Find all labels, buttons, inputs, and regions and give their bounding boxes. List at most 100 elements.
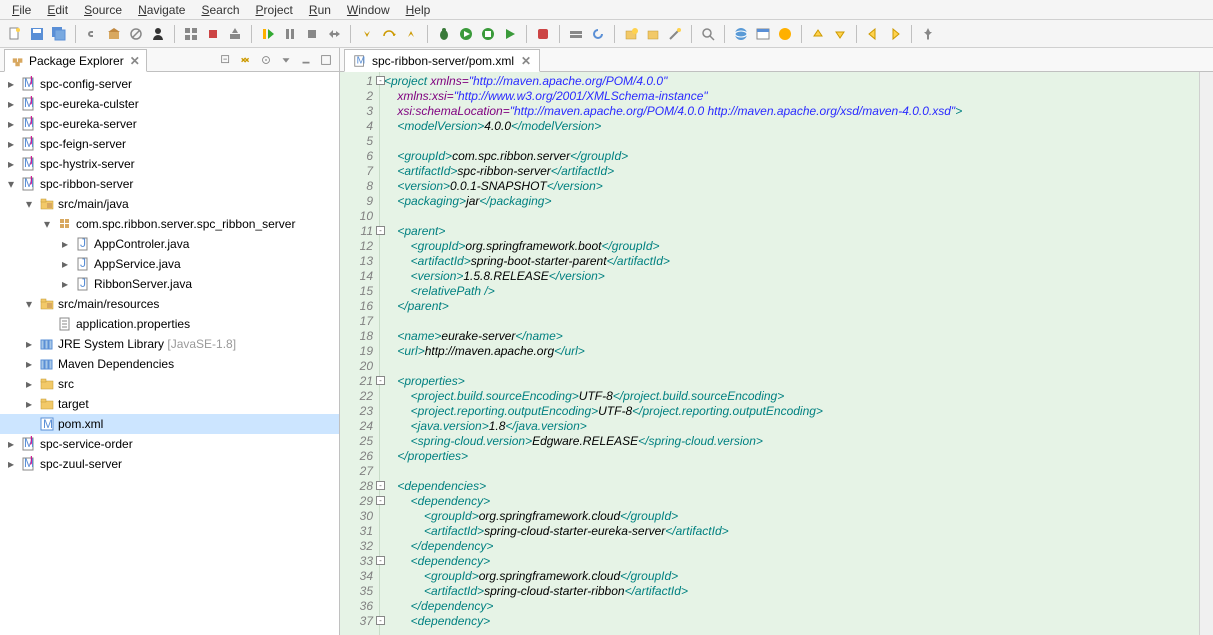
fold-toggle-icon[interactable]: - <box>376 76 385 85</box>
step-return-icon[interactable] <box>401 24 421 44</box>
tree-item[interactable]: ▸Mjspc-zuul-server <box>0 454 339 474</box>
tree-item[interactable]: ▸Mjspc-eureka-culster <box>0 94 339 114</box>
close-icon[interactable]: ✕ <box>521 54 531 68</box>
menu-run[interactable]: Run <box>303 2 337 18</box>
stop-server-icon[interactable] <box>203 24 223 44</box>
save-icon[interactable] <box>27 24 47 44</box>
back-icon[interactable] <box>863 24 883 44</box>
fold-toggle-icon[interactable]: - <box>376 376 385 385</box>
open-type-icon[interactable] <box>643 24 663 44</box>
tree-item[interactable]: ▾Mjspc-ribbon-server <box>0 174 339 194</box>
run-last-icon[interactable] <box>500 24 520 44</box>
link-editor-icon[interactable] <box>237 51 255 69</box>
menu-window[interactable]: Window <box>341 2 396 18</box>
tree-item[interactable]: ▸Maven Dependencies <box>0 354 339 374</box>
user-icon[interactable] <box>148 24 168 44</box>
tree-item[interactable]: ▸Mjspc-config-server <box>0 74 339 94</box>
new-server-icon[interactable] <box>566 24 586 44</box>
skip-icon[interactable] <box>126 24 146 44</box>
fold-toggle-icon[interactable]: - <box>376 556 385 565</box>
package-explorer-tab[interactable]: Package Explorer ✕ <box>4 49 147 72</box>
code-area[interactable]: <project xmlns="http://maven.apache.org/… <box>380 72 1199 635</box>
menu-navigate[interactable]: Navigate <box>132 2 191 18</box>
wand-icon[interactable] <box>665 24 685 44</box>
twisty-closed-icon[interactable]: ▸ <box>4 437 18 451</box>
collapse-all-icon[interactable] <box>217 51 235 69</box>
step-into-icon[interactable] <box>357 24 377 44</box>
tree-item[interactable]: ▸Mjspc-service-order <box>0 434 339 454</box>
project-tree[interactable]: ▸Mjspc-config-server▸Mjspc-eureka-culste… <box>0 72 339 635</box>
tree-item[interactable]: application.properties <box>0 314 339 334</box>
tree-item[interactable]: ▾com.spc.ribbon.server.spc_ribbon_server <box>0 214 339 234</box>
resume-icon[interactable] <box>258 24 278 44</box>
debug-icon[interactable] <box>434 24 454 44</box>
tree-item[interactable]: Mpom.xml <box>0 414 339 434</box>
pause-icon[interactable] <box>280 24 300 44</box>
new-package-icon[interactable] <box>621 24 641 44</box>
build-icon[interactable] <box>104 24 124 44</box>
twisty-open-icon[interactable]: ▾ <box>40 217 54 231</box>
tree-item[interactable]: ▸JAppControler.java <box>0 234 339 254</box>
twisty-closed-icon[interactable]: ▸ <box>4 457 18 471</box>
tree-item[interactable]: ▸JRibbonServer.java <box>0 274 339 294</box>
jsp-icon[interactable] <box>775 24 795 44</box>
overview-ruler[interactable] <box>1199 72 1213 635</box>
twisty-closed-icon[interactable]: ▸ <box>58 257 72 271</box>
publish-icon[interactable] <box>225 24 245 44</box>
terminate-icon[interactable] <box>302 24 322 44</box>
browser-icon[interactable] <box>753 24 773 44</box>
search-icon[interactable] <box>698 24 718 44</box>
twisty-closed-icon[interactable]: ▸ <box>22 397 36 411</box>
close-icon[interactable]: ✕ <box>130 54 140 68</box>
twisty-closed-icon[interactable]: ▸ <box>58 277 72 291</box>
prev-annotation-icon[interactable] <box>808 24 828 44</box>
menu-file[interactable]: File <box>6 2 37 18</box>
forward-icon[interactable] <box>885 24 905 44</box>
twisty-closed-icon[interactable]: ▸ <box>22 337 36 351</box>
twisty-open-icon[interactable]: ▾ <box>4 177 18 191</box>
coverage-icon[interactable] <box>478 24 498 44</box>
save-all-icon[interactable] <box>49 24 69 44</box>
fold-toggle-icon[interactable]: - <box>376 496 385 505</box>
globe-icon[interactable] <box>731 24 751 44</box>
external-tools-icon[interactable] <box>533 24 553 44</box>
tree-item[interactable]: ▸Mjspc-eureka-server <box>0 114 339 134</box>
grid-icon[interactable] <box>181 24 201 44</box>
tree-item[interactable]: ▸JAppService.java <box>0 254 339 274</box>
twisty-closed-icon[interactable]: ▸ <box>4 97 18 111</box>
twisty-closed-icon[interactable]: ▸ <box>22 377 36 391</box>
twisty-open-icon[interactable]: ▾ <box>22 297 36 311</box>
twisty-closed-icon[interactable]: ▸ <box>58 237 72 251</box>
step-over-icon[interactable] <box>379 24 399 44</box>
pin-icon[interactable] <box>918 24 938 44</box>
menu-project[interactable]: Project <box>250 2 299 18</box>
disconnect-icon[interactable] <box>324 24 344 44</box>
tree-item[interactable]: ▸Mjspc-feign-server <box>0 134 339 154</box>
twisty-closed-icon[interactable]: ▸ <box>4 157 18 171</box>
tree-item[interactable]: ▸target <box>0 394 339 414</box>
tree-item[interactable]: ▸JRE System Library [JavaSE-1.8] <box>0 334 339 354</box>
twisty-closed-icon[interactable]: ▸ <box>4 117 18 131</box>
view-menu-icon[interactable] <box>277 51 295 69</box>
menu-help[interactable]: Help <box>400 2 437 18</box>
fold-toggle-icon[interactable]: - <box>376 616 385 625</box>
twisty-closed-icon[interactable]: ▸ <box>22 357 36 371</box>
next-annotation-icon[interactable] <box>830 24 850 44</box>
twisty-open-icon[interactable]: ▾ <box>22 197 36 211</box>
new-icon[interactable] <box>5 24 25 44</box>
focus-icon[interactable] <box>257 51 275 69</box>
tree-item[interactable]: ▾src/main/resources <box>0 294 339 314</box>
minimize-icon[interactable] <box>297 51 315 69</box>
editor-tab-pom[interactable]: M spc-ribbon-server/pom.xml ✕ <box>344 49 540 72</box>
menu-edit[interactable]: Edit <box>41 2 74 18</box>
link-icon[interactable] <box>82 24 102 44</box>
fold-toggle-icon[interactable]: - <box>376 226 385 235</box>
fold-toggle-icon[interactable]: - <box>376 481 385 490</box>
tree-item[interactable]: ▾src/main/java <box>0 194 339 214</box>
twisty-closed-icon[interactable]: ▸ <box>4 137 18 151</box>
menu-search[interactable]: Search <box>195 2 245 18</box>
twisty-closed-icon[interactable]: ▸ <box>4 77 18 91</box>
relaunch-icon[interactable] <box>588 24 608 44</box>
maximize-icon[interactable] <box>317 51 335 69</box>
run-icon[interactable] <box>456 24 476 44</box>
